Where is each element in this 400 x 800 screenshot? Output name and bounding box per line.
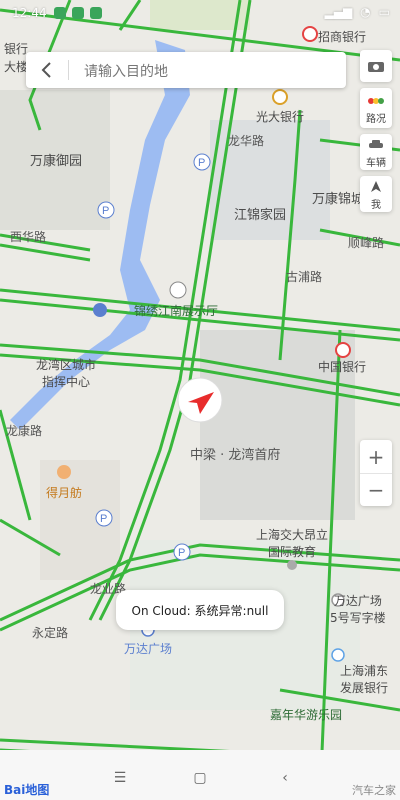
baidu-logo: Bai地图 xyxy=(4,783,50,797)
camera-icon xyxy=(367,57,385,75)
svg-text:P: P xyxy=(178,547,185,559)
status-bar: 12:44 ▂▄▆ ◔ ▭ xyxy=(0,0,400,28)
wifi-icon: ◔ xyxy=(360,5,371,19)
map-controls: 路况 车辆 我 xyxy=(360,50,392,212)
back-icon: ‹ xyxy=(282,770,288,786)
menu-icon: ☰ xyxy=(113,770,127,786)
zoom-in-button[interactable]: + xyxy=(360,440,392,474)
status-right: ▂▄▆ ◔ ▭ xyxy=(324,5,390,19)
me-button[interactable]: 我 xyxy=(360,176,392,212)
traffic-icon xyxy=(367,92,385,110)
signal-icon: ▂▄▆ xyxy=(324,5,353,19)
watermark: 汽车之家 xyxy=(352,784,396,797)
traffic-button[interactable]: 路况 xyxy=(360,88,392,128)
status-notifications xyxy=(54,7,102,19)
zoom-controls: + − xyxy=(360,440,392,506)
system-toast: On Cloud: 系统异常:null xyxy=(116,590,284,630)
battery-icon: ▭ xyxy=(378,5,390,19)
svg-text:P: P xyxy=(100,513,107,525)
car-icon xyxy=(368,136,384,154)
back-button[interactable] xyxy=(26,52,68,88)
status-time: 12:44 xyxy=(12,6,47,20)
back-nav-button[interactable]: ‹ xyxy=(275,768,295,788)
home-button[interactable]: ▢ xyxy=(190,768,210,788)
notification-icon xyxy=(54,7,66,19)
map-canvas[interactable]: P P P P xyxy=(0,0,400,800)
system-nav-bar: ☰ ▢ ‹ xyxy=(0,750,400,800)
search-input[interactable]: 请输入目的地 xyxy=(84,61,168,81)
svg-text:P: P xyxy=(198,157,205,169)
notification-icon xyxy=(90,7,102,19)
zoom-out-button[interactable]: − xyxy=(360,473,392,506)
search-bar[interactable]: 请输入目的地 xyxy=(26,52,346,88)
camera-button[interactable] xyxy=(360,50,392,82)
search-divider xyxy=(68,60,69,80)
chevron-left-icon xyxy=(41,62,51,78)
svg-text:P: P xyxy=(102,205,109,217)
notification-icon xyxy=(72,7,84,19)
menu-button[interactable]: ☰ xyxy=(110,768,130,788)
me-label: 我 xyxy=(371,199,381,211)
navigation-arrow-icon xyxy=(369,178,383,196)
vehicle-label: 车辆 xyxy=(366,157,386,169)
home-icon: ▢ xyxy=(193,770,207,786)
vehicle-button[interactable]: 车辆 xyxy=(360,134,392,170)
traffic-label: 路况 xyxy=(366,113,386,125)
